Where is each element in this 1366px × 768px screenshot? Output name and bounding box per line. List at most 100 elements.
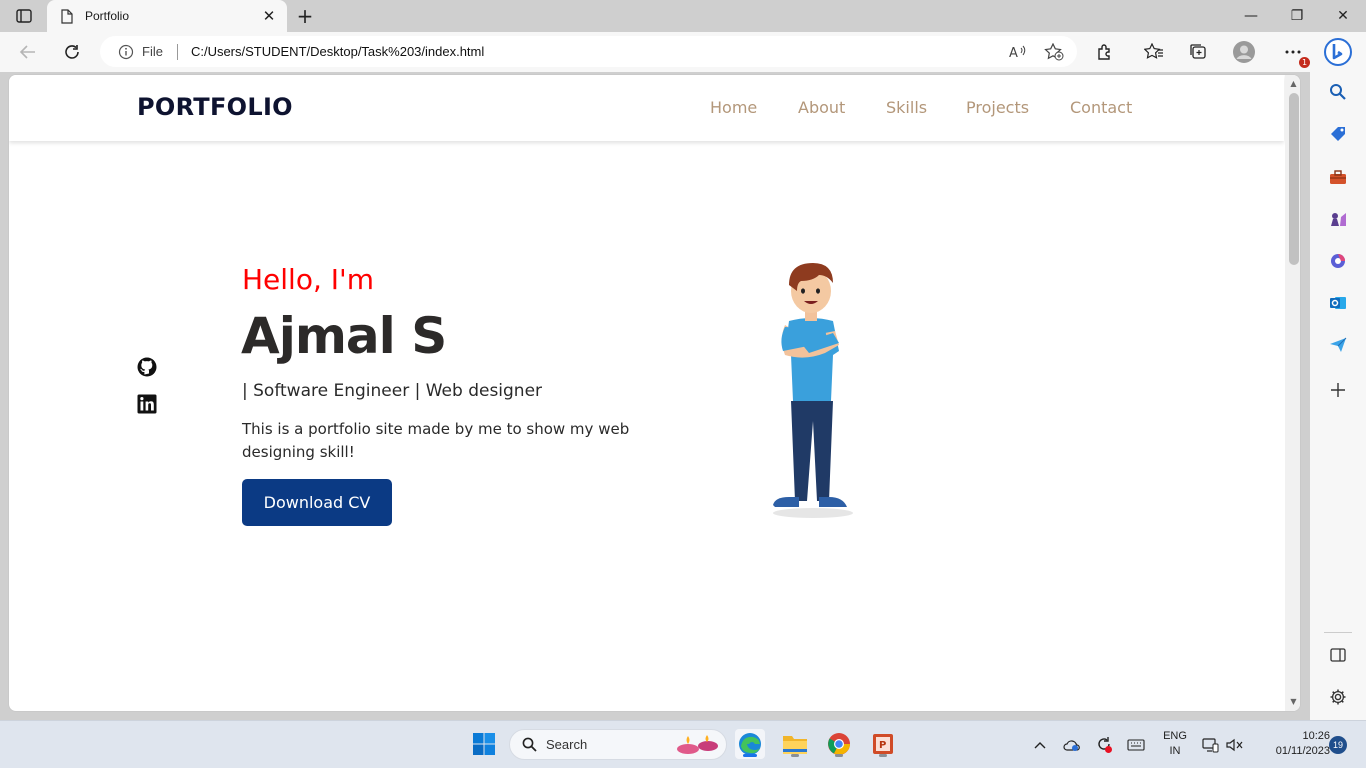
- sidebar-settings-button[interactable]: [1326, 685, 1350, 709]
- svg-text:A: A: [1009, 46, 1018, 60]
- keyboard-tray[interactable]: [1126, 735, 1146, 755]
- chevron-up-icon: [1034, 742, 1046, 749]
- outlook-icon: [1330, 297, 1346, 309]
- nav-link-skills[interactable]: Skills: [886, 98, 927, 117]
- favorites-button[interactable]: [1139, 38, 1169, 66]
- profile-button[interactable]: [1229, 38, 1259, 66]
- gear-icon: [1330, 689, 1346, 705]
- hero-greeting: Hello, I'm: [242, 263, 375, 296]
- nav-link-home[interactable]: Home: [710, 98, 757, 117]
- browser-tab[interactable]: Portfolio ✕: [47, 0, 287, 32]
- sidebar-add-button[interactable]: [1326, 378, 1350, 402]
- info-icon[interactable]: [118, 44, 134, 60]
- scheme-label: File: [142, 44, 163, 59]
- language-indicator[interactable]: ENG IN: [1160, 729, 1190, 759]
- page-viewport: PORTFOLIO Home About Skills Projects Con…: [8, 74, 1301, 712]
- character-illustration: [773, 263, 853, 518]
- start-button[interactable]: [469, 729, 499, 759]
- sidebar-office-button[interactable]: [1326, 249, 1350, 273]
- close-window-button[interactable]: ✕: [1320, 4, 1366, 28]
- taskbar-chrome[interactable]: [824, 729, 854, 759]
- active-app-indicator: [743, 754, 757, 757]
- scrollbar-thumb[interactable]: [1289, 93, 1299, 265]
- nav-link-contact[interactable]: Contact: [1070, 98, 1132, 117]
- toolbox-icon: [1330, 170, 1346, 184]
- favorites-star-icon: [1144, 43, 1163, 59]
- add-favorite-icon[interactable]: [1043, 42, 1065, 62]
- clock-date: 01/11/2023: [1275, 745, 1330, 757]
- taskbar-file-explorer[interactable]: [780, 729, 810, 759]
- show-hidden-icons-button[interactable]: [1030, 735, 1050, 755]
- windows-logo-icon: [473, 733, 495, 755]
- hero-role: | Software Engineer | Web designer: [242, 381, 543, 401]
- avatar-icon: [1233, 41, 1255, 63]
- restore-button[interactable]: ❐: [1274, 4, 1320, 28]
- sidebar-shopping-button[interactable]: [1326, 122, 1350, 146]
- taskbar-search-placeholder: Search: [546, 737, 588, 752]
- chrome-icon: [828, 733, 850, 755]
- tab-actions-button[interactable]: [12, 6, 36, 26]
- network-tray[interactable]: [1200, 735, 1220, 755]
- url-text[interactable]: C:/Users/STUDENT/Desktop/Task%203/index.…: [191, 44, 484, 59]
- tab-close-icon[interactable]: ✕: [261, 7, 277, 25]
- collections-icon: [1190, 44, 1206, 59]
- diwali-lamp-icon: [677, 734, 718, 754]
- scroll-up-arrow-icon[interactable]: ▲: [1289, 79, 1298, 88]
- back-button[interactable]: [13, 38, 43, 66]
- page-scrollbar[interactable]: ▲ ▼: [1285, 75, 1300, 711]
- system-clock[interactable]: 10:26 01/11/2023: [1254, 729, 1330, 759]
- bing-copilot-button[interactable]: [1322, 38, 1354, 66]
- extensions-button[interactable]: [1090, 38, 1120, 66]
- notification-count-badge[interactable]: 19: [1329, 736, 1347, 754]
- sidebar-search-button[interactable]: [1326, 80, 1350, 104]
- onedrive-tray[interactable]: [1062, 735, 1082, 755]
- search-icon: [1330, 84, 1346, 100]
- running-app-indicator: [791, 754, 799, 757]
- puzzle-icon: [1098, 44, 1110, 60]
- search-icon: [522, 737, 537, 752]
- region-code: IN: [1169, 745, 1181, 757]
- refresh-icon: [65, 45, 79, 59]
- taskbar-powerpoint[interactable]: P: [868, 729, 898, 759]
- sidebar-layout-button[interactable]: [1326, 643, 1350, 667]
- chess-piece-icon: [1331, 213, 1346, 226]
- edge-sidebar: [1310, 72, 1366, 720]
- address-divider: [176, 43, 178, 60]
- taskbar-edge[interactable]: [735, 729, 765, 759]
- sidebar-games-button[interactable]: [1326, 207, 1350, 231]
- shopping-tag-icon: [1331, 127, 1345, 141]
- browser-toolbar: File C:/Users/STUDENT/Desktop/Task%203/i…: [0, 32, 1366, 72]
- windows-taskbar: Search P ENG IN 10:26 01/11/2023 19: [0, 720, 1366, 768]
- paper-plane-icon: [1330, 337, 1347, 352]
- new-tab-button[interactable]: +: [293, 4, 317, 28]
- scroll-down-arrow-icon[interactable]: ▼: [1289, 697, 1298, 706]
- nav-link-about[interactable]: About: [798, 98, 845, 117]
- volume-tray[interactable]: [1225, 735, 1245, 755]
- site-logo[interactable]: PORTFOLIO: [137, 93, 293, 121]
- svg-text:P: P: [879, 740, 886, 751]
- collections-button[interactable]: [1183, 38, 1213, 66]
- panel-icon: [1330, 648, 1346, 662]
- read-aloud-icon[interactable]: A: [1007, 42, 1029, 62]
- clock-time: 10:26: [1302, 730, 1330, 742]
- update-tray[interactable]: [1094, 735, 1114, 755]
- github-icon[interactable]: [137, 357, 157, 377]
- sidebar-send-button[interactable]: [1326, 333, 1350, 357]
- tab-strip: Portfolio ✕ + — ❐ ✕: [0, 0, 1366, 32]
- linkedin-icon[interactable]: [137, 394, 157, 414]
- folder-icon: [783, 736, 807, 754]
- minimize-button[interactable]: —: [1228, 4, 1274, 28]
- sidebar-divider: [1324, 632, 1352, 633]
- sidebar-tools-button[interactable]: [1326, 165, 1350, 189]
- settings-more-button[interactable]: 1: [1278, 38, 1310, 68]
- download-cv-button[interactable]: Download CV: [242, 479, 392, 526]
- sync-alert-icon: [1098, 737, 1112, 753]
- sidebar-outlook-button[interactable]: [1326, 291, 1350, 315]
- taskbar-search[interactable]: Search: [509, 729, 727, 760]
- running-app-indicator: [835, 754, 843, 757]
- tab-actions-icon: [16, 9, 32, 23]
- address-bar[interactable]: File C:/Users/STUDENT/Desktop/Task%203/i…: [100, 36, 1077, 67]
- powerpoint-icon: P: [873, 734, 893, 754]
- refresh-button[interactable]: [57, 38, 87, 66]
- nav-link-projects[interactable]: Projects: [966, 98, 1029, 117]
